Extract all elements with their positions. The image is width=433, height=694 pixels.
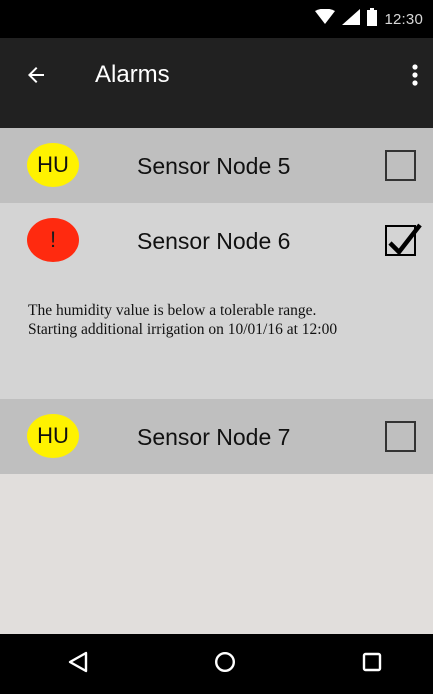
alarm-checkbox[interactable] [385, 223, 422, 256]
status-time: 12:30 [384, 10, 423, 28]
nav-home-button[interactable] [212, 651, 238, 677]
alarm-checkbox[interactable] [385, 421, 416, 452]
app-bar: Alarms [0, 38, 433, 128]
status-bar: 12:30 [0, 0, 433, 38]
humidity-badge: HU [27, 143, 79, 187]
alarm-detail: The humidity value is below a tolerable … [0, 278, 433, 399]
alarm-list: HU Sensor Node 5 ! Sensor Node 6 The hum… [0, 128, 433, 474]
sensor-label: Sensor Node 5 [137, 153, 291, 179]
alarm-row-sensor-7[interactable]: HU Sensor Node 7 [0, 399, 433, 474]
more-vertical-icon [412, 63, 418, 91]
overflow-menu-button[interactable] [405, 60, 425, 94]
alarm-detail-text: The humidity value is below a tolerable … [28, 301, 423, 339]
warning-badge: ! [27, 218, 79, 262]
recents-square-icon [361, 651, 383, 678]
detail-line: The humidity value is below a tolerable … [28, 302, 317, 319]
arrow-left-icon [24, 63, 48, 92]
sensor-label: Sensor Node 6 [137, 228, 291, 254]
wifi-icon [315, 8, 336, 30]
sensor-label: Sensor Node 7 [137, 424, 291, 450]
checkmark-icon [388, 223, 422, 256]
navigation-bar [0, 634, 433, 694]
alarm-checkbox[interactable] [385, 150, 416, 181]
signal-icon [342, 8, 361, 30]
home-circle-icon [214, 651, 236, 678]
detail-line: Starting additional irrigation on 10/01/… [28, 321, 338, 338]
battery-icon [367, 7, 378, 31]
page-title: Alarms [95, 61, 170, 88]
status-icons: 12:30 [315, 7, 423, 31]
alarm-row-sensor-5[interactable]: HU Sensor Node 5 [0, 128, 433, 203]
back-button[interactable] [20, 61, 52, 93]
alarm-row-sensor-6[interactable]: ! Sensor Node 6 [0, 203, 433, 278]
nav-recents-button[interactable] [359, 651, 385, 677]
back-triangle-icon [67, 651, 89, 678]
alarms-screen: 12:30 Alarms HU Sensor Node 5 ! Sensor N… [0, 0, 433, 694]
humidity-badge: HU [27, 414, 79, 458]
nav-back-button[interactable] [65, 651, 91, 677]
